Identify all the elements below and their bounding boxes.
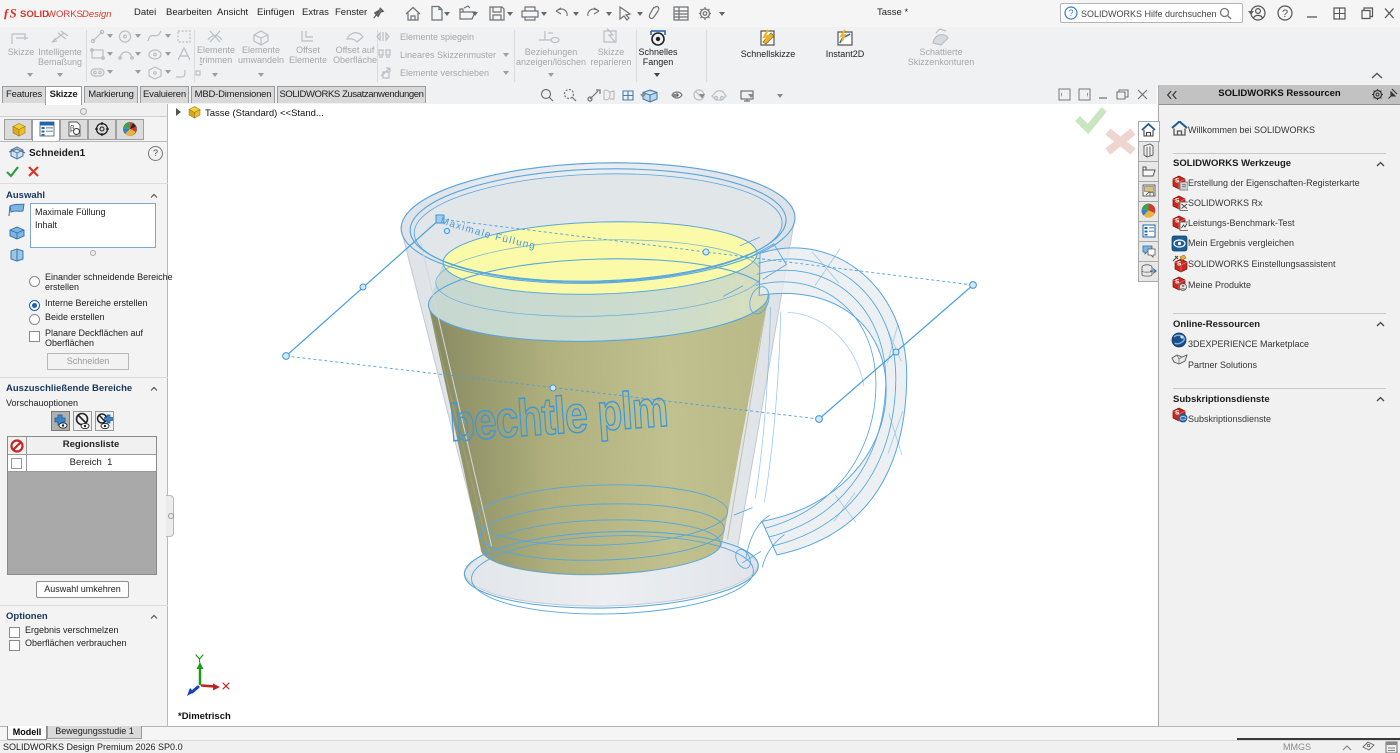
svg-text:Design: Design: [82, 9, 112, 20]
svg-text:β: β: [70, 124, 75, 133]
svg-text:SOLID: SOLID: [20, 9, 49, 20]
svg-text:Tasse (Standard) <<Stand...: Tasse (Standard) <<Stand...: [205, 108, 324, 119]
svg-text:?: ?: [1069, 8, 1074, 18]
svg-text:ƒS: ƒS: [3, 6, 17, 21]
svg-text:?: ?: [1282, 8, 1288, 20]
svg-text:WORKS: WORKS: [47, 9, 83, 20]
